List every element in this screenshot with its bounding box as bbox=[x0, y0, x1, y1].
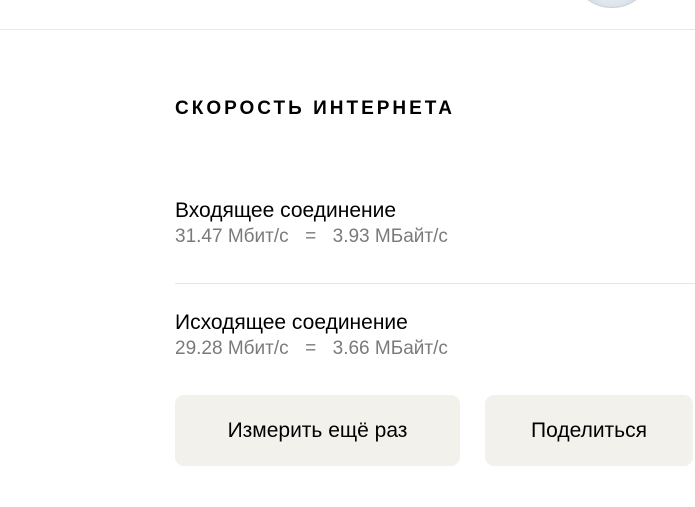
outgoing-equals: = bbox=[305, 338, 317, 359]
share-button[interactable]: Поделиться bbox=[485, 395, 693, 466]
divider bbox=[175, 283, 695, 284]
incoming-mbit: 31.47 Мбит/с bbox=[175, 226, 289, 247]
outgoing-label: Исходящее соединение bbox=[175, 311, 408, 334]
top-header bbox=[0, 0, 695, 30]
section-title: СКОРОСТЬ ИНТЕРНЕТА bbox=[175, 98, 455, 119]
outgoing-connection: Исходящее соединение 29.28 Мбит/с = 3.66 М… bbox=[175, 310, 448, 361]
incoming-label: Входящее соединение bbox=[175, 199, 397, 222]
outgoing-mbit: 29.28 Мбит/с bbox=[175, 338, 289, 359]
incoming-values: 31.47 Мбит/с = 3.93 МБайт/с bbox=[175, 225, 448, 249]
outgoing-values: 29.28 Мбит/с = 3.66 МБайт/с bbox=[175, 337, 448, 361]
incoming-mbyte: 3.93 МБайт/с bbox=[332, 226, 448, 247]
avatar[interactable] bbox=[580, 0, 644, 8]
incoming-connection: Входящее соединение 31.47 Мбит/с = 3.93 МБ… bbox=[175, 198, 448, 249]
incoming-equals: = bbox=[305, 226, 317, 247]
outgoing-mbyte: 3.66 МБайт/с bbox=[332, 338, 448, 359]
speed-test-page: СКОРОСТЬ ИНТЕРНЕТА Входящее соединение 3… bbox=[0, 0, 695, 507]
measure-again-button[interactable]: Измерить ещё раз bbox=[175, 395, 460, 466]
